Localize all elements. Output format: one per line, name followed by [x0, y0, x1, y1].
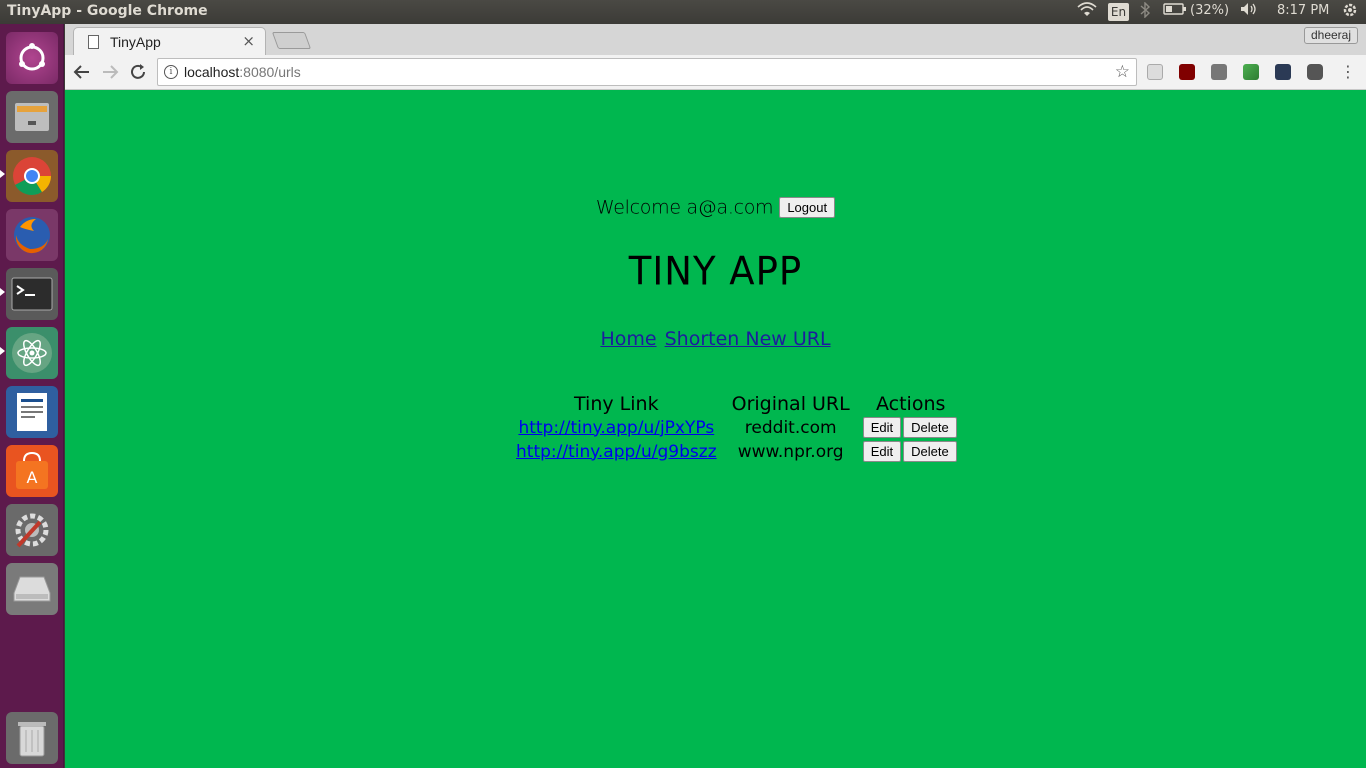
- home-link[interactable]: Home: [600, 328, 656, 350]
- new-tab-button[interactable]: [271, 32, 312, 49]
- bookmark-star-icon[interactable]: ☆: [1115, 62, 1130, 82]
- svg-text:A: A: [27, 468, 38, 487]
- running-indicator: [0, 288, 5, 296]
- tiny-link[interactable]: http://tiny.app/u/jPxYPs: [518, 418, 714, 438]
- running-indicator: [0, 170, 5, 178]
- cube-extension-icon[interactable]: [1211, 64, 1227, 80]
- software-center-icon[interactable]: A: [6, 445, 58, 497]
- table-row: http://tiny.app/u/g9bszz www.npr.org Edi…: [512, 440, 961, 463]
- original-url: www.npr.org: [737, 441, 844, 462]
- bluetooth-icon[interactable]: [1139, 1, 1151, 22]
- terminal-icon[interactable]: [6, 268, 58, 320]
- close-tab-icon[interactable]: ×: [242, 32, 255, 50]
- page-icon: [88, 35, 99, 49]
- table-row: http://tiny.app/u/jPxYPs reddit.com Edit…: [512, 416, 961, 439]
- eyedropper-icon[interactable]: [1243, 64, 1259, 80]
- column-header: Tiny Link: [574, 393, 659, 415]
- libreoffice-writer-icon[interactable]: [6, 386, 58, 438]
- menu-icon[interactable]: ⋮: [1337, 61, 1359, 83]
- forward-icon[interactable]: [99, 61, 121, 83]
- tiny-link[interactable]: http://tiny.app/u/g9bszz: [516, 442, 717, 462]
- delete-button[interactable]: Delete: [903, 441, 957, 462]
- top-panel: TinyApp - Google Chrome En (32%) 8:17 PM: [0, 0, 1366, 24]
- toolbar: i localhost:8080/urls ☆ ⋮: [65, 55, 1366, 90]
- files-icon[interactable]: [6, 91, 58, 143]
- ublock-icon[interactable]: [1179, 64, 1195, 80]
- page-content: Welcome a@a.com Logout TINY APP Home Sho…: [65, 90, 1366, 768]
- running-indicator: [0, 347, 5, 355]
- original-url: reddit.com: [744, 417, 837, 438]
- table-header-row: Tiny Link Original URL Actions: [512, 393, 961, 415]
- system-settings-icon[interactable]: [6, 504, 58, 556]
- nav-links: Home Shorten New URL: [65, 328, 1366, 350]
- clock[interactable]: 8:17 PM: [1277, 3, 1329, 21]
- disk-drive-icon[interactable]: [6, 563, 58, 615]
- tab-title: TinyApp: [110, 34, 161, 50]
- battery-percent: (32%): [1190, 3, 1230, 18]
- edit-button[interactable]: Edit: [862, 417, 902, 438]
- wifi-icon[interactable]: [1077, 2, 1097, 22]
- url-table: Tiny Link Original URL Actions http://ti…: [510, 392, 963, 464]
- u-extension-icon[interactable]: [1275, 64, 1291, 80]
- address-bar[interactable]: i localhost:8080/urls ☆: [157, 58, 1137, 86]
- pocket-icon[interactable]: [1307, 64, 1323, 80]
- column-header: Actions: [876, 393, 946, 415]
- chrome-icon[interactable]: [6, 150, 58, 202]
- welcome-line: Welcome a@a.com Logout: [65, 196, 1366, 219]
- tab-tinyapp[interactable]: TinyApp ×: [73, 27, 266, 56]
- url-text[interactable]: localhost:8080/urls: [184, 64, 301, 80]
- ubuntu-dash-icon[interactable]: [6, 32, 58, 84]
- trash-icon[interactable]: [6, 712, 58, 764]
- page-title: TINY APP: [628, 248, 803, 295]
- welcome-text: Welcome a@a.com: [595, 196, 774, 219]
- keyboard-lang-indicator[interactable]: En: [1108, 3, 1129, 21]
- css-extension-icon[interactable]: [1147, 64, 1163, 80]
- browser-chrome: TinyApp × dheeraj i localhost:8080/urls …: [65, 24, 1366, 90]
- profile-button[interactable]: dheeraj: [1303, 27, 1358, 44]
- firefox-icon[interactable]: [6, 209, 58, 261]
- back-icon[interactable]: [71, 61, 93, 83]
- shorten-new-url-link[interactable]: Shorten New URL: [665, 328, 831, 350]
- atom-icon[interactable]: [6, 327, 58, 379]
- volume-icon[interactable]: [1240, 2, 1258, 20]
- logout-button[interactable]: Logout: [779, 197, 836, 218]
- power-gear-icon[interactable]: [1341, 1, 1359, 23]
- edit-button[interactable]: Edit: [862, 441, 902, 462]
- column-header: Original URL: [731, 393, 850, 415]
- reload-icon[interactable]: [127, 61, 149, 83]
- battery-icon[interactable]: [1163, 2, 1187, 20]
- info-icon[interactable]: i: [164, 65, 178, 79]
- delete-button[interactable]: Delete: [903, 417, 957, 438]
- launcher: A: [0, 24, 64, 768]
- window-title: TinyApp - Google Chrome: [7, 3, 208, 19]
